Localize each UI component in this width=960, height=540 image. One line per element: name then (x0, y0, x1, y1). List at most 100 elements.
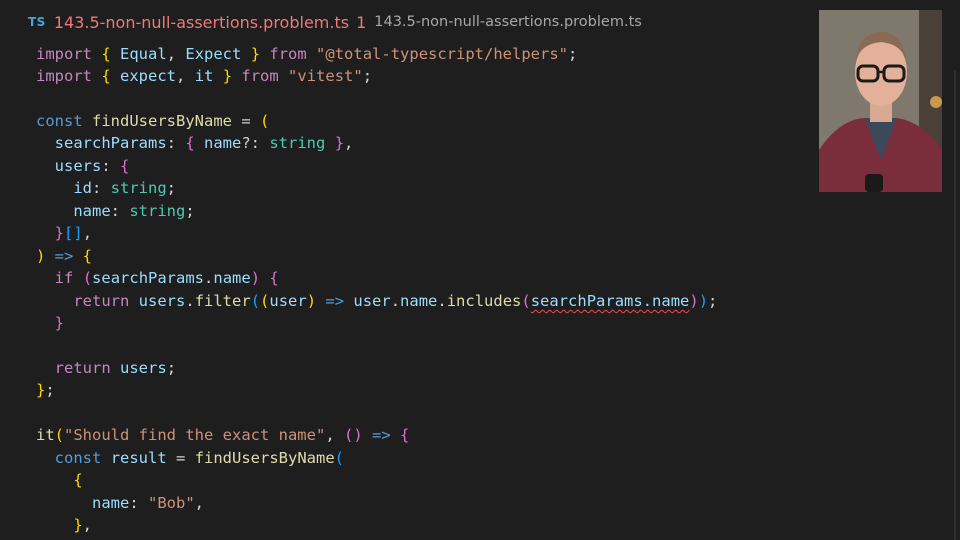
type-token: string (269, 134, 326, 152)
code-line-16: }; (36, 379, 55, 401)
keyword-token: return (73, 292, 130, 310)
code-line-20: { (36, 469, 83, 491)
method-token: includes (446, 292, 522, 310)
parameter-token: searchParams (54, 134, 167, 152)
tab-file-path: 143.5-non-null-assertions.problem.ts (374, 14, 642, 30)
brace-token: } (222, 67, 233, 85)
punctuation-token: , (82, 224, 93, 242)
code-line-2: import { expect, it } from "vitest"; (36, 65, 372, 87)
brace-token: { (73, 471, 83, 489)
punctuation-token: . (390, 292, 401, 310)
punctuation-token: ; (45, 381, 55, 399)
punctuation-token: ; (166, 359, 177, 377)
code-line-22: }, (36, 514, 92, 536)
code-line-8: name: string; (36, 200, 194, 222)
punctuation-token: , (166, 45, 186, 63)
brace-token: ( (521, 292, 531, 310)
method-token: filter (194, 292, 251, 310)
code-editor[interactable]: import { Equal, Expect } from "@total-ty… (0, 42, 960, 540)
webcam-overlay (819, 10, 942, 192)
keyword-token: if (54, 269, 74, 287)
property-token: name (400, 292, 438, 310)
string-token: "Should find the exact name" (64, 426, 326, 444)
import-identifier: Expect (185, 45, 242, 63)
punctuation-token: , (176, 67, 195, 85)
brace-token: { (120, 157, 130, 175)
parameter-token: user (269, 292, 307, 310)
parameter-token: users (54, 157, 102, 175)
keyword-token: from (260, 45, 317, 63)
code-line-10: ) => { (36, 245, 92, 267)
punctuation-token: ; (568, 45, 578, 63)
code-line-5: searchParams: { name?: string }, (36, 132, 354, 154)
punctuation-token: : (92, 179, 111, 197)
brace-token: ) (36, 247, 46, 265)
brace-token: ( (260, 292, 270, 310)
string-token: "Bob" (148, 494, 195, 512)
punctuation-token: . (437, 292, 447, 310)
code-line-15: return users; (36, 357, 176, 379)
code-line-1: import { Equal, Expect } from "@total-ty… (36, 43, 577, 65)
brace-token: ( (54, 426, 65, 444)
arrow-token: => (45, 247, 83, 265)
property-token: id (73, 179, 92, 197)
import-identifier: expect (120, 67, 177, 85)
brace-token: ( (250, 292, 261, 310)
function-name-token: findUsersByName (92, 112, 232, 130)
brace-token: ( (259, 112, 270, 130)
scrollbar-thumb[interactable] (954, 70, 956, 540)
variable-token: searchParams (92, 269, 205, 287)
brace-token: { (400, 426, 410, 444)
brace-token: } (73, 516, 83, 534)
punctuation-token: ; (166, 179, 177, 197)
keyword-token: import (36, 45, 102, 63)
punctuation-token: , (194, 494, 205, 512)
property-token: name (73, 202, 111, 220)
code-line-19: const result = findUsersByName( (36, 447, 344, 469)
keyword-token: import (36, 67, 102, 85)
property-token: name (204, 134, 242, 152)
vertical-scrollbar[interactable] (947, 0, 960, 540)
punctuation-token: ?: (241, 134, 270, 152)
string-token: "@total-typescript/helpers" (316, 45, 569, 63)
editor-tab-bar: TS 143.5-non-null-assertions.problem.ts … (0, 0, 960, 44)
import-identifier: Equal (120, 45, 167, 63)
code-line-12: return users.filter((user) => user.name.… (36, 290, 717, 312)
keyword-token: const (54, 449, 102, 467)
punctuation-token: ; (708, 292, 718, 310)
function-name-token: it (36, 426, 55, 444)
code-line-9: }[], (36, 222, 92, 244)
tab-filename[interactable]: 143.5-non-null-assertions.problem.ts (54, 13, 349, 32)
variable-token: users (138, 292, 186, 310)
type-error-squiggle[interactable]: searchParams.name (531, 292, 690, 310)
keyword-token: return (54, 359, 111, 377)
punctuation-token: ; (362, 67, 373, 85)
brace-token: } (334, 134, 345, 152)
problem-count-badge: 1 (356, 12, 367, 32)
punctuation-token: = (231, 112, 260, 130)
brace-token: ) (250, 269, 261, 287)
brace-token: } (54, 224, 65, 242)
import-identifier: it (194, 67, 214, 85)
code-line-4: const findUsersByName = ( (36, 110, 269, 132)
presenter-video (819, 10, 942, 192)
brace-token: ) (306, 292, 317, 310)
editor-tab[interactable]: TS 143.5-non-null-assertions.problem.ts … (28, 12, 642, 32)
brace-token: ( (334, 449, 345, 467)
arrow-token: => (362, 426, 400, 444)
brace-token: { (101, 45, 111, 63)
brace-token: ( (343, 426, 354, 444)
